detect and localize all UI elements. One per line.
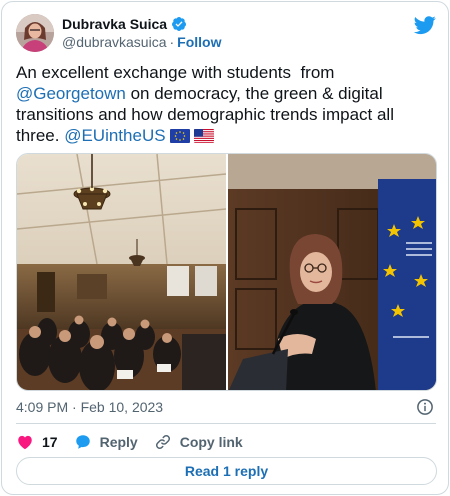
read-replies-button[interactable]: Read 1 reply bbox=[16, 457, 437, 485]
name-row: Dubravka Suica bbox=[62, 16, 187, 32]
speech-bubble-icon bbox=[75, 435, 90, 449]
us-flag-icon bbox=[193, 129, 214, 143]
tweet-text: An excellent exchange with students from… bbox=[16, 62, 436, 146]
divider bbox=[16, 423, 436, 424]
heart-icon bbox=[18, 435, 32, 450]
like-button[interactable]: 17 bbox=[16, 433, 58, 451]
separator: · bbox=[169, 34, 175, 50]
tweet-timestamp[interactable]: 4:09 PM · Feb 10, 2023 bbox=[16, 399, 163, 415]
tweet-actions: 17 Reply Copy link bbox=[16, 432, 259, 452]
twitter-bird-icon[interactable] bbox=[413, 14, 436, 36]
copy-link-label: Copy link bbox=[179, 434, 243, 450]
follow-button[interactable]: Follow bbox=[177, 34, 221, 50]
like-count: 17 bbox=[42, 434, 58, 450]
speaker-at-podium-photo[interactable] bbox=[228, 154, 437, 391]
mention-euintheus[interactable]: @EUintheUS bbox=[64, 126, 165, 145]
tweet-header: Dubravka Suica @dubravkasuica · Follow bbox=[16, 14, 436, 54]
info-icon[interactable] bbox=[416, 398, 434, 416]
verified-badge-icon bbox=[171, 16, 187, 32]
handle-row: @dubravkasuica · Follow bbox=[62, 34, 222, 50]
tweet-card: Dubravka Suica @dubravkasuica · Follow A… bbox=[1, 1, 449, 495]
mention-georgetown[interactable]: @Georgetown bbox=[16, 84, 126, 103]
media-grid bbox=[16, 153, 437, 391]
display-name[interactable]: Dubravka Suica bbox=[62, 16, 167, 32]
reply-label: Reply bbox=[99, 434, 138, 450]
conference-room-audience-photo[interactable] bbox=[17, 154, 226, 391]
reply-action-button[interactable]: Reply bbox=[74, 433, 138, 451]
avatar[interactable] bbox=[16, 14, 54, 52]
link-icon bbox=[155, 434, 170, 450]
copy-link-button[interactable]: Copy link bbox=[154, 433, 243, 451]
tweet-text-part-1: An excellent exchange with students from bbox=[16, 63, 340, 82]
handle[interactable]: @dubravkasuica bbox=[62, 34, 167, 50]
eu-flag-icon bbox=[169, 129, 190, 143]
